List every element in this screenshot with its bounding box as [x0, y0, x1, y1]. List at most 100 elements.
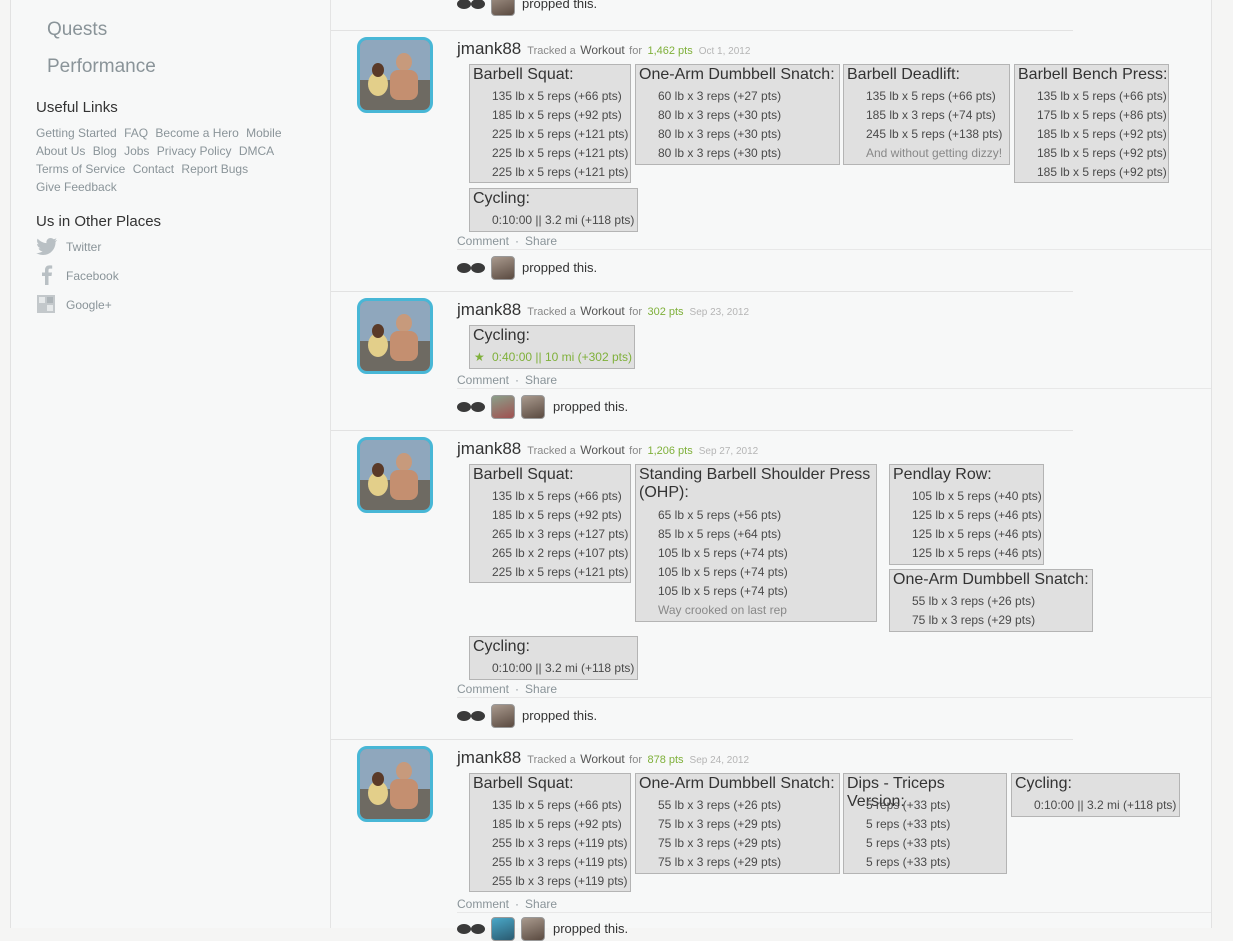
share-link[interactable]: Share [525, 373, 557, 387]
social-label: Google+ [66, 298, 112, 312]
user-avatar[interactable] [357, 437, 433, 513]
link-contact[interactable]: Contact [133, 162, 174, 176]
set-row: 80 lb x 3 reps (+30 pts) [658, 127, 782, 141]
set-row: 65 lb x 5 reps (+56 pts) [658, 508, 782, 522]
link-jobs[interactable]: Jobs [124, 144, 149, 158]
avatar[interactable] [521, 917, 545, 941]
for-label: for [629, 45, 642, 57]
exercise-card: Barbell Squat: 135 lb x 5 reps (+66 pts)… [469, 464, 631, 583]
avatar[interactable] [521, 395, 545, 419]
link-dmca[interactable]: DMCA [239, 144, 274, 158]
link-faq[interactable]: FAQ [124, 126, 148, 140]
activity-feed: propped this. jmank88 Tracked a Workout f… [331, 0, 1211, 941]
set-row: 0:10:00 || 3.2 mi (+118 pts) [1034, 798, 1177, 812]
nav-performance[interactable]: Performance [47, 56, 156, 78]
divider [331, 291, 1073, 292]
set-row: 105 lb x 5 reps (+74 pts) [658, 565, 788, 579]
avatar[interactable] [491, 256, 515, 280]
link-getting-started[interactable]: Getting Started [36, 126, 117, 140]
comment-link[interactable]: Comment [457, 897, 509, 911]
share-link[interactable]: Share [525, 682, 557, 696]
username-link[interactable]: jmank88 [457, 748, 521, 767]
user-avatar[interactable] [357, 746, 433, 822]
set-row: 125 lb x 5 reps (+46 pts) [912, 508, 1042, 522]
propped-text: propped this. [522, 708, 598, 723]
set-row: 5 reps (+33 pts) [866, 855, 951, 869]
set-row: 185 lb x 5 reps (+92 pts) [1037, 146, 1167, 160]
for-label: for [629, 306, 642, 318]
workout-link[interactable]: Workout [580, 443, 624, 457]
set-row: 5 reps (+33 pts) [866, 836, 951, 850]
avatar[interactable] [491, 0, 515, 16]
workout-link[interactable]: Workout [580, 304, 624, 318]
set-row: 135 lb x 5 reps (+66 pts) [1037, 89, 1167, 103]
set-row: 185 lb x 5 reps (+92 pts) [492, 508, 622, 522]
divider [457, 249, 1211, 250]
set-row: 255 lb x 3 reps (+119 pts) [492, 874, 628, 888]
propped-text: propped this. [553, 399, 629, 414]
twitter-icon [36, 237, 57, 255]
exercise-card: Barbell Deadlift: 135 lb x 5 reps (+66 p… [843, 64, 1010, 165]
link-blog[interactable]: Blog [93, 144, 117, 158]
divider [331, 739, 1073, 740]
exercise-card: Cycling: ★ 0:40:00 || 10 mi (+302 pts) [469, 325, 635, 369]
link-about-us[interactable]: About Us [36, 144, 85, 158]
share-link[interactable]: Share [525, 234, 557, 248]
set-note: And without getting dizzy! [866, 146, 1003, 160]
share-link[interactable]: Share [525, 897, 557, 911]
comment-link[interactable]: Comment [457, 373, 509, 387]
links-row: Getting Started FAQ Become a Hero Mobile [36, 126, 286, 140]
divider [457, 388, 1211, 389]
username-link[interactable]: jmank88 [457, 300, 521, 319]
set-row: 185 lb x 5 reps (+92 pts) [492, 817, 622, 831]
exercise-title: Barbell Squat: [473, 466, 574, 483]
set-row: 105 lb x 5 reps (+74 pts) [658, 584, 788, 598]
fist-bump-icon [457, 402, 485, 412]
tracked-label: Tracked a [527, 306, 576, 318]
set-row: 0:40:00 || 10 mi (+302 pts) [492, 350, 632, 364]
exercise-card: One-Arm Dumbbell Snatch: 55 lb x 3 reps … [889, 569, 1093, 632]
avatar[interactable] [491, 704, 515, 728]
useful-links-heading: Useful Links [36, 99, 118, 116]
workout-link[interactable]: Workout [580, 43, 624, 57]
entry-actions: Comment · Share [457, 234, 557, 248]
exercise-card: Cycling: 0:10:00 || 3.2 mi (+118 pts) [469, 188, 638, 232]
exercise-card: Barbell Squat: 135 lb x 5 reps (+66 pts)… [469, 773, 631, 892]
user-avatar[interactable] [357, 37, 433, 113]
link-give-feedback[interactable]: Give Feedback [36, 180, 117, 194]
avatar[interactable] [491, 917, 515, 941]
points-value: 302 pts [647, 306, 684, 318]
set-row: 5 reps (+33 pts) [866, 798, 951, 812]
propped-text: propped this. [553, 921, 629, 936]
exercise-card: Barbell Squat: 135 lb x 5 reps (+66 pts)… [469, 64, 631, 183]
exercise-title-line: Standing Barbell Shoulder Press [639, 466, 871, 483]
link-report-bugs[interactable]: Report Bugs [181, 162, 248, 176]
points-value: 878 pts [647, 754, 684, 766]
avatar[interactable] [491, 395, 515, 419]
workout-link[interactable]: Workout [580, 752, 624, 766]
comment-link[interactable]: Comment [457, 682, 509, 696]
set-row: 135 lb x 5 reps (+66 pts) [492, 798, 622, 812]
points-value: 1,206 pts [647, 445, 693, 457]
set-row: 175 lb x 5 reps (+86 pts) [1037, 108, 1167, 122]
set-row: 225 lb x 5 reps (+121 pts) [492, 146, 629, 160]
tracked-label: Tracked a [527, 754, 576, 766]
exercise-card: Cycling: 0:10:00 || 3.2 mi (+118 pts) [469, 636, 638, 680]
exercise-card: One-Arm Dumbbell Snatch: 60 lb x 3 reps … [635, 64, 840, 165]
link-mobile[interactable]: Mobile [246, 126, 281, 140]
nav-quests[interactable]: Quests [47, 19, 107, 41]
divider [457, 912, 1211, 913]
link-become-a-hero[interactable]: Become a Hero [155, 126, 238, 140]
username-link[interactable]: jmank88 [457, 439, 521, 458]
user-avatar[interactable] [357, 298, 433, 374]
set-row: 185 lb x 5 reps (+92 pts) [492, 108, 622, 122]
comment-link[interactable]: Comment [457, 234, 509, 248]
set-row: 185 lb x 5 reps (+92 pts) [1037, 127, 1167, 141]
link-terms-of-service[interactable]: Terms of Service [36, 162, 125, 176]
username-link[interactable]: jmank88 [457, 39, 521, 58]
social-label: Facebook [66, 269, 119, 283]
set-row: 255 lb x 3 reps (+119 pts) [492, 855, 628, 869]
exercise-title: Cycling: [473, 190, 530, 207]
link-privacy-policy[interactable]: Privacy Policy [157, 144, 232, 158]
exercise-title: One-Arm Dumbbell Snatch: [893, 571, 1089, 588]
